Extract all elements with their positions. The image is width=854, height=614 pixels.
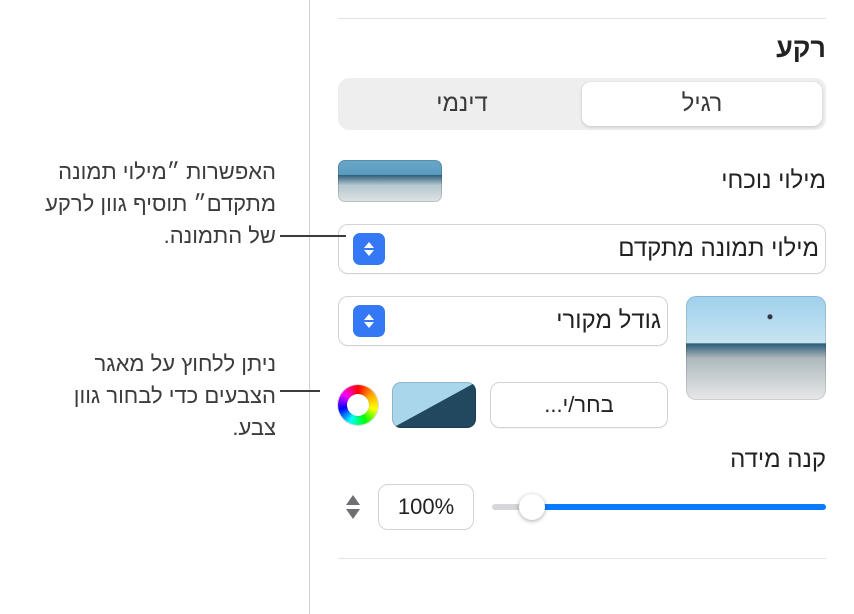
tab-regular[interactable]: רגיל: [582, 82, 822, 126]
background-inspector-panel: רקע רגיל דינמי מילוי נוכחי מילוי תמונה מ…: [309, 0, 854, 614]
callout-color-well: ניתן ללחוץ על מאגר הצבעים כדי לבחור גוון…: [30, 348, 276, 444]
callout-leader-line: [280, 390, 320, 392]
scale-stepper: [338, 495, 360, 519]
image-scale-mode-value: גודל מקורי: [556, 307, 661, 335]
choose-and-tint-row: בחר/י...: [338, 382, 668, 428]
chevron-updown-icon: [353, 233, 385, 265]
scale-slider[interactable]: [492, 492, 826, 522]
scale-value-field[interactable]: 100%: [378, 484, 474, 530]
section-title: רקע: [338, 33, 826, 64]
scale-row: 100%: [338, 484, 826, 530]
stepper-up-icon[interactable]: [346, 495, 360, 505]
callout-advanced-fill: האפשרות ״מילוי תמונה מתקדם״ תוסיף גוון ל…: [26, 156, 276, 252]
tint-color-well[interactable]: [392, 382, 476, 428]
chevron-updown-icon: [353, 305, 385, 337]
choose-image-button[interactable]: בחר/י...: [490, 382, 668, 428]
image-scale-mode-popup[interactable]: גודל מקורי: [338, 296, 668, 346]
fill-type-value: מילוי תמונה מתקדם: [618, 235, 819, 263]
slider-fill: [532, 504, 826, 510]
background-mode-segmented: רגיל דינמי: [338, 78, 826, 130]
stepper-down-icon[interactable]: [346, 509, 360, 519]
color-picker-icon[interactable]: [338, 385, 378, 425]
image-size-row: גודל מקורי בחר/י...: [338, 296, 826, 428]
fill-type-popup[interactable]: מילוי תמונה מתקדם: [338, 224, 826, 274]
divider: [338, 558, 826, 559]
slider-knob-icon[interactable]: [519, 494, 545, 520]
current-fill-thumbnail[interactable]: [338, 160, 442, 202]
scale-label: קנה מידה: [338, 446, 826, 474]
tab-dynamic[interactable]: דינמי: [342, 82, 582, 126]
image-preview-thumbnail[interactable]: [686, 296, 826, 400]
current-fill-row: מילוי נוכחי: [338, 160, 826, 202]
callout-leader-line: [280, 235, 346, 237]
divider: [338, 18, 826, 19]
current-fill-label: מילוי נוכחי: [721, 167, 826, 195]
